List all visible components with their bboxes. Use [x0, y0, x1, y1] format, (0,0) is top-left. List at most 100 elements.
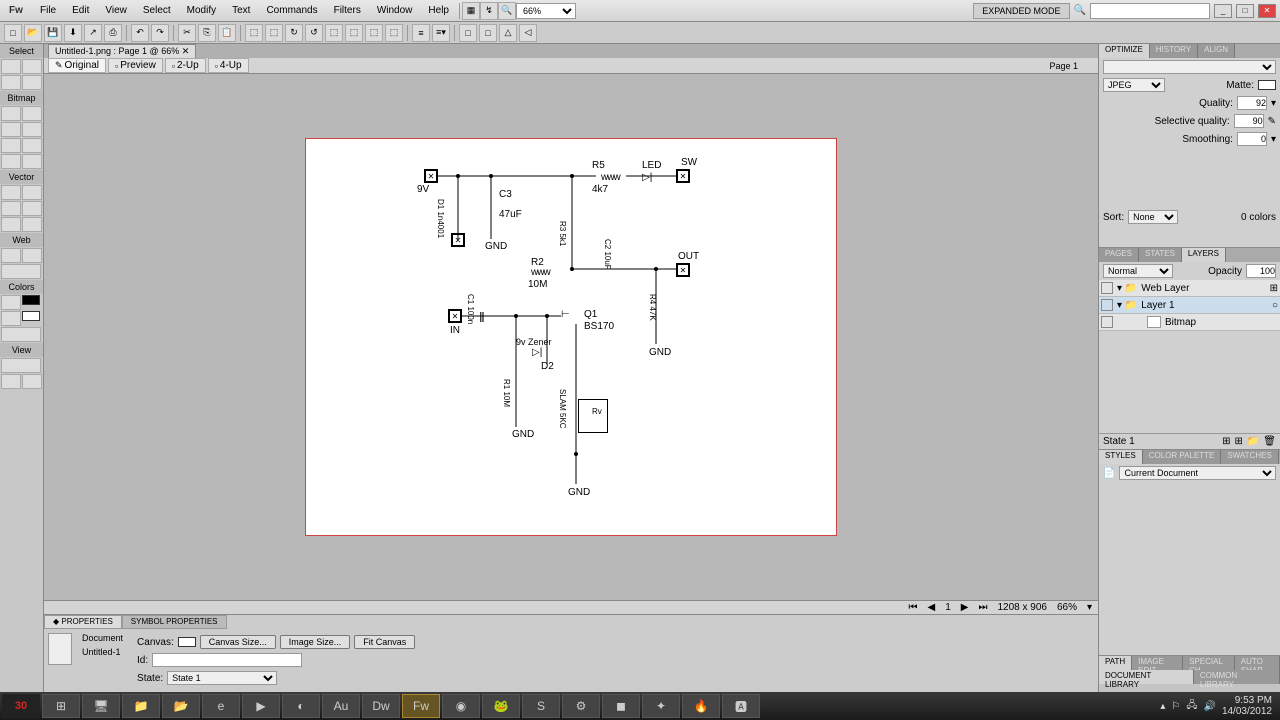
layer-web[interactable]: ▾ 📁 Web Layer ⊞ — [1099, 280, 1280, 297]
tool-icon[interactable]: ◁ — [519, 24, 537, 42]
tab-align[interactable]: ALIGN — [1198, 44, 1235, 58]
zoom-select[interactable]: 66% — [516, 3, 576, 19]
tool-icon[interactable]: ▦ — [462, 2, 480, 20]
tool-icon[interactable]: ⬚ — [325, 24, 343, 42]
task-app6[interactable]: ✦ — [642, 694, 680, 718]
subselect-tool[interactable] — [22, 59, 42, 74]
tool-icon[interactable]: ↺ — [305, 24, 323, 42]
fit-canvas-button[interactable]: Fit Canvas — [354, 635, 415, 649]
layer-bitmap[interactable]: Bitmap — [1099, 314, 1280, 331]
tab-optimize[interactable]: OPTIMIZE — [1099, 44, 1150, 58]
zoom-tool[interactable] — [22, 374, 42, 389]
freeform-tool[interactable] — [1, 217, 21, 232]
cut-icon[interactable]: ✂ — [178, 24, 196, 42]
canvas[interactable]: R5 ᴡᴡᴡ 4k7 LED ▷| SW 9V C3 47uF D1 1n400… — [44, 74, 1098, 600]
chevron-down-icon[interactable]: ▾ — [1271, 98, 1276, 109]
stroke-color[interactable] — [1, 295, 21, 310]
task-folder2[interactable]: 📂 — [162, 694, 200, 718]
tool-icon[interactable]: □ — [479, 24, 497, 42]
close-button[interactable]: ✕ — [1258, 4, 1276, 18]
open-icon[interactable]: 📂 — [24, 24, 42, 42]
tool-icon[interactable]: △ — [499, 24, 517, 42]
pointer-tool[interactable] — [1, 59, 21, 74]
lasso-tool[interactable] — [22, 106, 42, 121]
tool-icon[interactable]: □ — [459, 24, 477, 42]
preset-select[interactable] — [1103, 60, 1276, 74]
tool-icon[interactable]: ⬚ — [245, 24, 263, 42]
minimize-button[interactable]: _ — [1214, 4, 1232, 18]
task-blender[interactable]: 🔥 — [682, 694, 720, 718]
tab-swatches[interactable]: SWATCHES — [1221, 450, 1278, 464]
nav-last-icon[interactable]: ⏭ — [978, 602, 987, 613]
tab-layers[interactable]: LAYERS — [1182, 248, 1226, 262]
task-app1[interactable]: ◐ — [282, 694, 320, 718]
align-icon[interactable]: ≡ — [412, 24, 430, 42]
hotspot-tool[interactable] — [1, 248, 21, 263]
tray-network-icon[interactable]: 🖧 — [1186, 698, 1197, 715]
eraser-tool[interactable] — [22, 138, 42, 153]
menu-file[interactable]: File — [32, 5, 64, 16]
scale-tool[interactable] — [22, 75, 42, 90]
hand-tool[interactable] — [1, 374, 21, 389]
fill-color[interactable] — [1, 311, 21, 326]
blend-select[interactable]: Normal — [1103, 264, 1173, 278]
marquee-tool[interactable] — [1, 106, 21, 121]
wand-tool[interactable] — [1, 122, 21, 137]
fill-swatch[interactable] — [22, 311, 40, 321]
redo-icon[interactable]: ↷ — [151, 24, 169, 42]
canvas-size-button[interactable]: Canvas Size... — [200, 635, 276, 649]
slice-tool[interactable] — [22, 248, 42, 263]
edit-icon[interactable]: ✎ — [1268, 116, 1276, 127]
blur-tool[interactable] — [1, 154, 21, 169]
smoothing-input[interactable] — [1237, 132, 1267, 146]
search-icon[interactable]: 🔍 — [498, 2, 516, 20]
tab-common-library[interactable]: COMMON LIBRARY — [1194, 670, 1280, 684]
new-icon[interactable]: □ — [4, 24, 22, 42]
menu-edit[interactable]: Edit — [64, 5, 97, 16]
menu-filters[interactable]: Filters — [326, 5, 369, 16]
menu-modify[interactable]: Modify — [179, 5, 224, 16]
task-steam[interactable]: S — [522, 694, 560, 718]
menu-view[interactable]: View — [97, 5, 135, 16]
view-2up[interactable]: ▫2-Up — [165, 58, 206, 73]
new-layer-icon[interactable]: ⊞ — [1234, 436, 1242, 447]
task-app2[interactable]: ◉ — [442, 694, 480, 718]
stroke-swatch[interactable] — [22, 295, 40, 305]
tab-symbol-properties[interactable]: SYMBOL PROPERTIES — [122, 615, 227, 629]
tab-special[interactable]: SPECIAL CH… — [1183, 656, 1235, 670]
import-icon[interactable]: ⬇ — [64, 24, 82, 42]
tab-history[interactable]: HISTORY — [1150, 44, 1198, 58]
menu-select[interactable]: Select — [135, 5, 179, 16]
tool-icon[interactable]: ↯ — [480, 2, 498, 20]
style-source-select[interactable]: Current Document — [1119, 466, 1276, 480]
task-app5[interactable]: ◼ — [602, 694, 640, 718]
new-sublayer-icon[interactable]: ⊞ — [1222, 436, 1230, 447]
brush-tool[interactable] — [22, 122, 42, 137]
view-4up[interactable]: ▫4-Up — [208, 58, 249, 73]
menu-commands[interactable]: Commands — [258, 5, 325, 16]
task-app4[interactable]: ⚙ — [562, 694, 600, 718]
stamp-tool[interactable] — [22, 154, 42, 169]
tool-icon[interactable]: ⬚ — [365, 24, 383, 42]
tab-image-editing[interactable]: IMAGE EDIT… — [1132, 656, 1183, 670]
system-tray[interactable]: ▴ ⚐ 🖧 🔊 9:53 PM 14/03/2012 — [1160, 695, 1278, 717]
knife-tool[interactable] — [22, 217, 42, 232]
tab-color-palette[interactable]: COLOR PALETTE — [1143, 450, 1222, 464]
share-icon[interactable]: ⊞ — [1270, 283, 1278, 294]
pencil-tool[interactable] — [1, 138, 21, 153]
quality-input[interactable] — [1237, 96, 1267, 110]
visibility-icon[interactable] — [1101, 299, 1113, 311]
align-icon[interactable]: ≡▾ — [432, 24, 450, 42]
task-audition[interactable]: Au — [322, 694, 360, 718]
tool-icon[interactable]: ⬚ — [345, 24, 363, 42]
opacity-input[interactable] — [1246, 264, 1276, 278]
search-input[interactable] — [1090, 3, 1210, 19]
undo-icon[interactable]: ↶ — [131, 24, 149, 42]
matte-swatch[interactable] — [1258, 80, 1276, 90]
tab-properties[interactable]: ◆ PROPERTIES — [44, 615, 122, 629]
zoom-dropdown-icon[interactable]: ▾ — [1087, 602, 1092, 613]
nav-next-icon[interactable]: ▶ — [961, 602, 969, 613]
sel-quality-input[interactable] — [1234, 114, 1264, 128]
task-ie[interactable]: e — [202, 694, 240, 718]
canvas-color-swatch[interactable] — [178, 637, 196, 647]
